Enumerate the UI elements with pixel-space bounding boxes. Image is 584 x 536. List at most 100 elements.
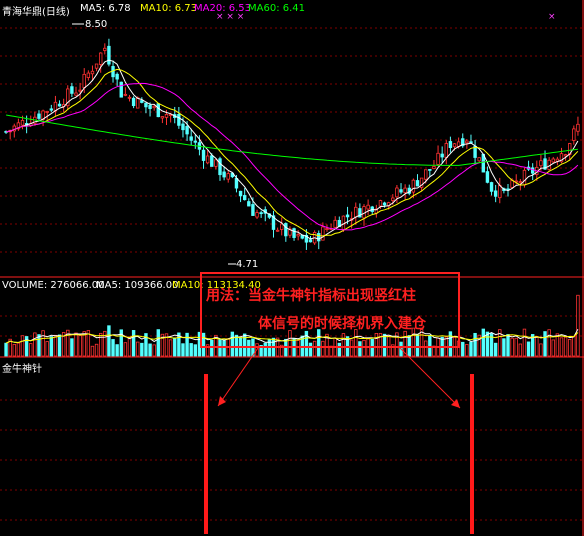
candle-body (341, 215, 346, 230)
candle-body (103, 47, 107, 51)
volume-bar (193, 344, 198, 357)
volume-bar (123, 342, 128, 357)
candle-body (115, 73, 119, 80)
candle-body (37, 113, 41, 119)
candle-body (436, 152, 440, 165)
candle-body (189, 136, 193, 141)
candle-body (222, 171, 226, 178)
volume-bar (12, 344, 16, 357)
candle-body (444, 143, 448, 158)
ma5-line (6, 59, 579, 240)
candle-body (576, 123, 580, 132)
volume-bar (526, 341, 531, 357)
candle-body (539, 160, 543, 167)
candle-body (465, 140, 469, 144)
candle-body (74, 92, 78, 96)
volume-bar (481, 328, 486, 357)
candle-body (284, 223, 288, 237)
candle-body (205, 155, 210, 164)
volume-bar (131, 330, 136, 357)
candle-body (572, 128, 576, 141)
volume-bar (485, 331, 490, 357)
candle-body (160, 116, 165, 119)
candle-body (485, 171, 490, 183)
candle-body (148, 104, 152, 110)
candle-body (181, 123, 185, 131)
candle-body (354, 206, 358, 218)
candle-body (152, 105, 156, 109)
volume-bar (57, 334, 62, 357)
candle-body (247, 201, 251, 207)
candle-body (185, 126, 189, 135)
volume-bar (543, 331, 547, 357)
volume-bar (152, 344, 156, 357)
volume-bar (572, 335, 576, 357)
candle-body (127, 96, 132, 99)
volume-bar (563, 336, 568, 357)
candle-body (296, 234, 300, 237)
candle-body (551, 158, 555, 163)
stock-chart-window: 青海华鼎(日线) MA5: 6.78 MA10: 6.73 MA20: 6.53… (0, 0, 584, 536)
signal-marker-right: × (548, 12, 556, 22)
volume-bar (90, 345, 95, 357)
note-arrowhead (218, 396, 226, 406)
candle-body (424, 169, 428, 180)
volume-bar (74, 332, 78, 357)
candle-body (94, 63, 99, 69)
candle-body (49, 108, 54, 111)
volume-bar (29, 343, 33, 357)
candle-body (448, 141, 453, 149)
candle-body (452, 143, 457, 148)
candle-body (321, 226, 325, 241)
volume-bar (181, 343, 185, 357)
candle-body (238, 190, 243, 197)
high-price-label: 8.50 (85, 19, 108, 30)
candle-body (333, 219, 337, 228)
signal-markers: × × × (216, 12, 245, 22)
volume-bar (469, 341, 473, 357)
volume-bar (173, 337, 177, 357)
candle-body (70, 86, 74, 94)
candle-body (292, 228, 296, 238)
volume-ma5-label: MA5: 109366.00 (96, 280, 179, 291)
volume-bar (41, 330, 45, 357)
candle-body (522, 169, 527, 186)
candle-body (214, 159, 218, 167)
candle-body (563, 154, 568, 157)
indicator-name: 金牛神针 (2, 364, 42, 375)
volume-bar (115, 344, 119, 357)
candle-body (82, 73, 86, 89)
candle-body (218, 158, 222, 176)
candle-body (493, 190, 498, 197)
usage-note-line2: 体信号的时候择机界入建仓 (258, 316, 426, 332)
volume-bar (189, 343, 193, 357)
volume-bar (547, 329, 551, 357)
candle-body (98, 52, 103, 65)
candle-body (399, 189, 403, 193)
volume-label: VOLUME: 276066.00 (2, 280, 105, 291)
volume-bar (576, 294, 580, 357)
candle-body (308, 239, 313, 243)
candle-body (403, 187, 407, 193)
volume-bar (49, 336, 54, 357)
candle-body (345, 214, 350, 218)
candle-body (226, 173, 230, 180)
candle-body (242, 195, 247, 201)
volume-bar (107, 325, 111, 357)
volume-bar (16, 342, 21, 357)
candle-body (86, 72, 91, 78)
volume-bar (473, 332, 477, 357)
candle-body (45, 111, 49, 113)
candle-body (259, 212, 263, 215)
stock-name: 青海华鼎(日线) (2, 7, 70, 18)
ma10-line (6, 68, 579, 237)
volume-bar (568, 338, 572, 357)
volume-bar (514, 337, 518, 357)
candle-body (325, 228, 329, 230)
candle-body (317, 233, 321, 242)
volume-bar (70, 338, 74, 357)
candle-body (251, 204, 255, 216)
volume-bar (185, 332, 189, 357)
volume-bar (493, 342, 498, 357)
volume-bar (510, 337, 514, 357)
